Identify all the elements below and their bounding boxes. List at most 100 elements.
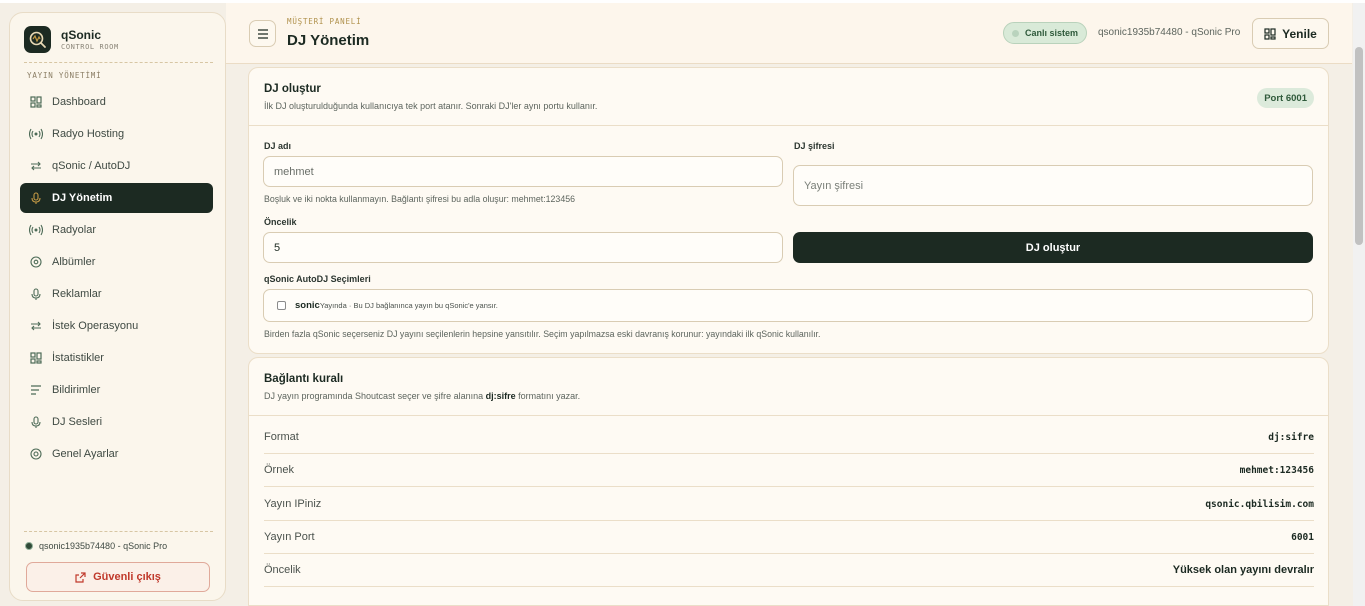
grid-icon xyxy=(1264,27,1276,40)
sidebar-item-label: Radyolar xyxy=(52,224,97,236)
radio-waves-icon xyxy=(29,127,43,141)
card-title: Bağlantı kuralı xyxy=(264,373,344,385)
sidebar-item-autodj[interactable]: qSonic / AutoDJ xyxy=(20,151,213,181)
sidebar-item-dashboard[interactable]: Dashboard xyxy=(20,87,213,117)
dj-name-label: DJ adı xyxy=(264,141,292,151)
refresh-label: Yenile xyxy=(1282,26,1317,41)
rule-value: mehmet:123456 xyxy=(1239,464,1314,476)
autodj-help: Birden fazla qSonic seçerseniz DJ yayını… xyxy=(264,329,821,339)
dj-name-help: Boşluk ve iki nokta kullanmayın. Bağlant… xyxy=(264,194,575,204)
rule-key: Yayın IPiniz xyxy=(264,498,322,510)
settings-icon xyxy=(29,447,43,461)
rule-row-ip: Yayın IPiniz qsonic.qbilisim.com xyxy=(264,488,1314,521)
microphone-icon xyxy=(29,415,43,429)
card-header: Bağlantı kuralı DJ yayın programında Sho… xyxy=(249,358,1328,416)
scrollbar-thumb[interactable] xyxy=(1355,47,1363,245)
sidebar-item-label: Dashboard xyxy=(52,96,106,108)
logout-button[interactable]: Güvenli çıkış xyxy=(26,562,210,592)
sidebar-item-label: Albümler xyxy=(52,256,96,268)
sidebar-item-genel-ayarlar[interactable]: Genel Ayarlar xyxy=(20,439,213,469)
swap-arrows-icon xyxy=(29,159,43,173)
brand-name: qSonic xyxy=(61,27,102,42)
rule-value: qsonic.qbilisim.com xyxy=(1205,498,1314,510)
hamburger-icon xyxy=(257,28,269,39)
sidebar-item-bildirimler[interactable]: Bildirimler xyxy=(20,375,213,405)
refresh-button[interactable]: Yenile xyxy=(1252,18,1329,49)
sidebar-item-radyo-hosting[interactable]: Radyo Hosting xyxy=(20,119,213,149)
rule-value: dj:sifre xyxy=(1268,431,1314,443)
rule-value: Yüksek olan yayını devralır xyxy=(1172,564,1314,576)
sidebar-item-dj-sesleri[interactable]: DJ Sesleri xyxy=(20,407,213,437)
sidebar-item-radyolar[interactable]: Radyolar xyxy=(20,215,213,245)
rule-key: Örnek xyxy=(264,464,294,476)
dj-password-label: DJ şifresi xyxy=(794,141,835,151)
sidebar-item-label: DJ Sesleri xyxy=(52,416,103,428)
sidebar-item-label: Radyo Hosting xyxy=(52,128,125,140)
page-title: DJ Yönetim xyxy=(287,32,370,49)
page-scrollbar[interactable] xyxy=(1353,3,1365,606)
radio-waves-icon xyxy=(29,223,43,237)
autodj-option-name: sonic xyxy=(295,300,320,311)
card-description: DJ yayın programında Shoutcast seçer ve … xyxy=(264,391,581,401)
dj-name-input[interactable]: mehmet xyxy=(263,156,783,187)
brand-subtitle: CONTROL ROOM xyxy=(61,42,119,51)
menu-toggle-button[interactable] xyxy=(249,20,276,47)
rule-key: Öncelik xyxy=(264,564,301,576)
priority-input[interactable]: 5 xyxy=(263,232,783,263)
disc-icon xyxy=(29,255,43,269)
divider xyxy=(24,531,213,532)
microphone-icon xyxy=(29,287,43,301)
status-dot-icon xyxy=(1012,29,1019,37)
live-status-badge: Canlı sistem xyxy=(1003,22,1088,44)
divider xyxy=(24,62,213,63)
connection-rules-card: Bağlantı kuralı DJ yayın programında Sho… xyxy=(248,357,1329,606)
grid-icon xyxy=(29,351,43,365)
port-badge: Port 6001 xyxy=(1257,88,1314,108)
swap-arrows-icon xyxy=(29,319,43,333)
sidebar-item-label: İstek Operasyonu xyxy=(52,320,139,332)
header-account: qsonic1935b74480 - qSonic Pro xyxy=(1098,27,1241,38)
card-header: DJ oluştur İlk DJ oluşturulduğunda kulla… xyxy=(249,68,1328,126)
create-dj-card: DJ oluştur İlk DJ oluşturulduğunda kulla… xyxy=(248,67,1329,354)
rule-row-port: Yayın Port 6001 xyxy=(264,521,1314,554)
card-description: İlk DJ oluşturulduğunda kullanıcıya tek … xyxy=(264,101,598,111)
logout-label: Güvenli çıkış xyxy=(93,571,161,583)
sidebar-item-albumler[interactable]: Albümler xyxy=(20,247,213,277)
logo-icon xyxy=(24,26,51,53)
grid-icon xyxy=(29,95,43,109)
page-kicker: MÜŞTERİ PANELİ xyxy=(287,17,362,26)
sidebar: qSonic CONTROL ROOM YAYIN YÖNETİMİ Dashb… xyxy=(9,12,226,601)
autodj-checkbox[interactable] xyxy=(277,301,286,310)
sidebar-item-istatistikler[interactable]: İstatistikler xyxy=(20,343,213,373)
sidebar-item-label: qSonic / AutoDJ xyxy=(52,160,131,172)
sidebar-item-dj-yonetim[interactable]: DJ Yönetim xyxy=(20,183,213,213)
autodj-option-row[interactable]: sonic Yayında · Bu DJ bağlanınca yayın b… xyxy=(263,289,1313,322)
user-status: qsonic1935b74480 - qSonic Pro xyxy=(25,541,167,551)
sidebar-item-label: Reklamlar xyxy=(52,288,102,300)
online-dot-icon xyxy=(25,542,33,550)
sidebar-item-reklamlar[interactable]: Reklamlar xyxy=(20,279,213,309)
create-dj-button[interactable]: DJ oluştur xyxy=(793,232,1313,263)
lines-icon xyxy=(29,383,43,397)
sidebar-item-label: Bildirimler xyxy=(52,384,101,396)
external-link-icon xyxy=(75,571,86,583)
sidebar-nav: Dashboard Radyo Hosting qSonic / AutoDJ … xyxy=(20,87,213,471)
live-status-label: Canlı sistem xyxy=(1025,28,1079,38)
rule-key: Format xyxy=(264,431,299,443)
sidebar-item-label: İstatistikler xyxy=(52,352,104,364)
section-label: YAYIN YÖNETİMİ xyxy=(27,71,102,80)
rule-row-example: Örnek mehmet:123456 xyxy=(264,454,1314,487)
dj-password-input[interactable]: Yayın şifresi xyxy=(793,165,1313,206)
sidebar-item-istek-operasyonu[interactable]: İstek Operasyonu xyxy=(20,311,213,341)
page-header: MÜŞTERİ PANELİ DJ Yönetim Canlı sistem q… xyxy=(226,3,1352,64)
user-account: qsonic1935b74480 - qSonic Pro xyxy=(39,541,168,551)
priority-label: Öncelik xyxy=(264,217,297,227)
rule-key: Yayın Port xyxy=(264,531,315,543)
rule-row-priority: Öncelik Yüksek olan yayını devralır xyxy=(264,554,1314,587)
rule-value: 6001 xyxy=(1291,531,1314,543)
sidebar-item-label: Genel Ayarlar xyxy=(52,448,119,460)
microphone-icon xyxy=(29,191,43,205)
card-title: DJ oluştur xyxy=(264,83,321,95)
sidebar-item-label: DJ Yönetim xyxy=(52,192,113,204)
autodj-option-note: Yayında · Bu DJ bağlanınca yayın bu qSon… xyxy=(319,301,498,310)
